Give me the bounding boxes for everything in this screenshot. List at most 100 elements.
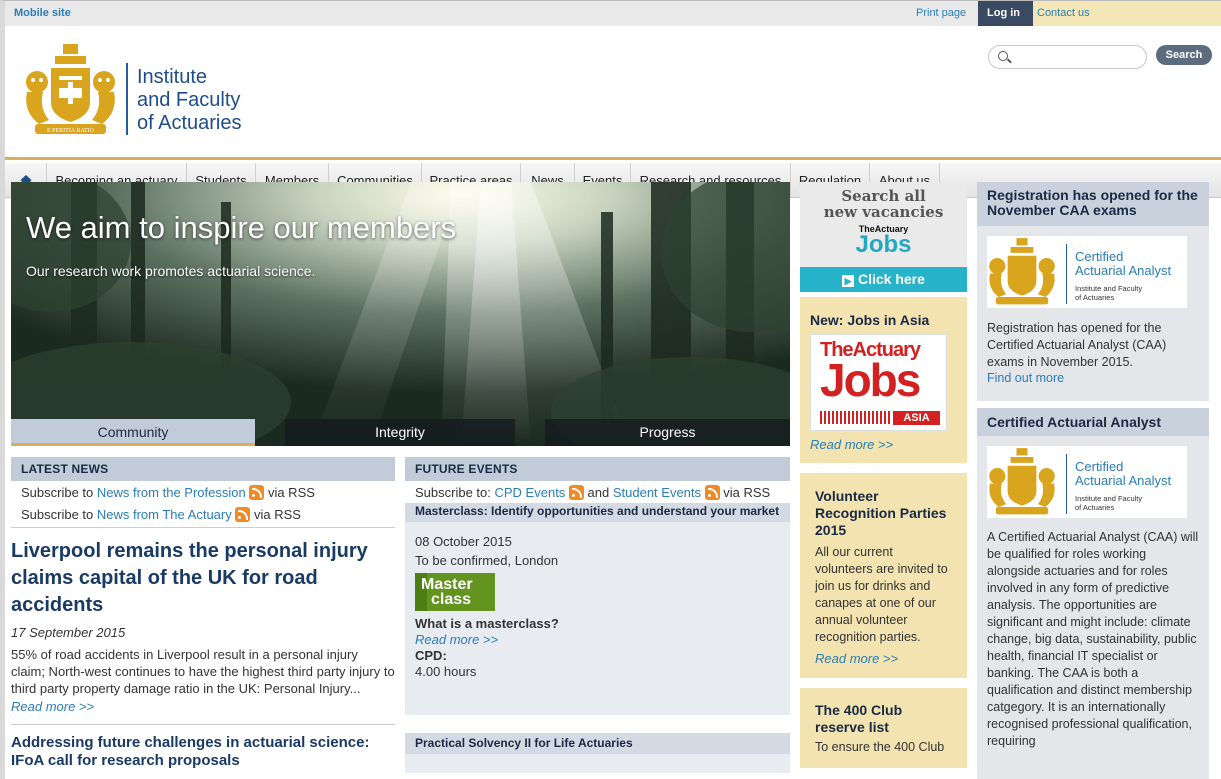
caa-logo-divider [1066,244,1067,304]
jobs-asia-read-more-link[interactable]: Read more >> [810,437,957,452]
utility-bar: Mobile site Print page Log in Contact us [0,0,1221,26]
rss-suffix: via RSS [250,507,301,522]
caa-logo-text: Certified Actuarial Analyst [1075,460,1171,488]
jobs-asia-title[interactable]: New: Jobs in Asia [810,312,957,328]
event-title[interactable]: Practical Solvency II for Life Actuaries [405,733,790,754]
caa-panel: Certified Actuarial Analyst Certified Ac… [977,408,1209,779]
site-header: E PERITIA RATIO Institute and Faculty of… [5,26,1221,160]
logo-divider [126,63,128,135]
arrow-right-icon: ▶ [842,275,855,287]
news-article: Addressing future challenges in actuaria… [11,724,395,770]
hero-tab-progress[interactable]: Progress [545,419,790,446]
jobs-banner-line-2: new vacancies [823,203,944,221]
jobs-asia-panel: New: Jobs in Asia TheActuary Jobs ASIA R… [800,297,967,463]
print-page-link[interactable]: Print page [916,7,966,19]
rss-icon[interactable] [249,485,265,500]
event-title[interactable]: Masterclass: Identify opportunities and … [405,503,790,522]
rss-prefix: Subscribe to: [415,485,495,500]
logo-line-2: and Faculty [137,89,241,111]
crest-motto: E PERITIA RATIO [47,128,95,134]
login-button[interactable]: Log in [978,1,1033,26]
registration-panel: Registration has opened for the November… [977,182,1209,401]
rss-icon[interactable] [704,485,720,500]
asia-logo-stripes [820,411,891,424]
news-rss-line-1: Subscribe to News from the Profession vi… [11,481,395,503]
caa-logo-line-2: Actuarial Analyst [1075,263,1172,278]
future-events-section: FUTURE EVENTS Subscribe to: CPD Events a… [405,457,790,773]
caa-body: A Certified Actuarial Analyst (CAA) will… [987,530,1199,748]
volunteer-title[interactable]: Volunteer Recognition Parties 2015 [815,488,952,539]
news-article-title[interactable]: Addressing future challenges in actuaria… [11,734,395,770]
news-rss-line-2: Subscribe to News from The Actuary via R… [11,503,395,528]
club-title[interactable]: The 400 Club reserve list [815,702,952,736]
rss-icon[interactable] [568,485,584,500]
search-button[interactable]: Search [1156,45,1212,65]
registration-title[interactable]: Registration has opened for the November… [977,182,1209,226]
masterclass-question: What is a masterclass? [415,616,559,631]
caa-logo-text: Certified Actuarial Analyst [1075,250,1171,278]
search-icon [998,51,1008,61]
caa-logo-subtext: Institute and Faculty of Actuaries [1075,494,1142,512]
latest-news-section: LATEST NEWS Subscribe to News from the P… [11,457,395,770]
caa-logo-line-2: Actuarial Analyst [1075,473,1172,488]
news-from-the-actuary-link[interactable]: News from The Actuary [97,507,232,522]
rss-prefix: Subscribe to [21,485,97,500]
badge-line-2: class [431,591,472,608]
jobs-banner-brand: Jobs [855,231,912,258]
cpd-events-link[interactable]: CPD Events [495,485,566,500]
jobs-banner-heading: Search all new vacancies [800,182,967,220]
caa-title[interactable]: Certified Actuarial Analyst [977,408,1209,436]
caa-logo-line-4: of Actuaries [1075,503,1115,512]
caa-logo-line-1: Certified [1075,459,1124,474]
rss-icon[interactable] [235,507,251,522]
hero-subtitle: Our research work promotes actuarial sci… [26,263,316,279]
caa-logo-line-1: Certified [1075,249,1124,264]
event-date: 08 October 2015 [415,534,512,549]
hero-tab-community[interactable]: Community [11,419,255,446]
caa-column: Registration has opened for the November… [977,182,1209,779]
event-location: To be confirmed, London [415,553,559,568]
caa-logo-subtext: Institute and Faculty of Actuaries [1075,284,1142,302]
news-article-date: 17 September 2015 [11,625,126,640]
registration-body: Registration has opened for the Certifie… [987,321,1167,369]
caa-logo[interactable]: Certified Actuarial Analyst Institute an… [987,446,1187,518]
volunteer-panel: Volunteer Recognition Parties 2015 All o… [800,473,967,678]
club-panel: The 400 Club reserve list To ensure the … [800,688,967,768]
volunteer-body: All our current volunteers are invited t… [815,545,948,644]
event-details: 08 October 2015 To be confirmed, London … [405,522,790,679]
actuary-jobs-asia-logo[interactable]: TheActuary Jobs ASIA [810,334,947,431]
events-rss-line: Subscribe to: CPD Events and Student Eve… [405,481,790,503]
search-input[interactable] [988,45,1147,69]
asia-logo-jobs: Jobs [820,354,921,406]
rss-suffix: via RSS [719,485,771,500]
student-events-link[interactable]: Student Events [613,485,701,500]
news-read-more-link[interactable]: Read more >> [11,699,395,714]
mobile-site-link[interactable]: Mobile site [14,7,71,19]
site-logo-text[interactable]: Institute and Faculty of Actuaries [137,66,242,135]
jobs-banner[interactable]: Search all new vacancies TheActuary Jobs… [800,182,967,292]
caa-logo-line-3: Institute and Faculty [1075,284,1143,293]
contact-us-link[interactable]: Contact us [1033,1,1221,26]
rss-conjunction: and [583,485,613,500]
badge-line-1: Master [421,576,473,593]
news-from-profession-link[interactable]: News from the Profession [97,485,246,500]
hero-carousel: We aim to inspire our members Our resear… [11,182,790,446]
event-spacer [405,715,790,733]
volunteer-read-more-link[interactable]: Read more >> [815,651,952,666]
crest-logo-icon[interactable]: E PERITIA RATIO [23,42,118,138]
click-here-button[interactable]: ▶ Click here [800,267,967,292]
masterclass-badge: Master class [415,573,495,611]
hero-tab-integrity[interactable]: Integrity [285,419,515,446]
caa-logo-divider [1066,454,1067,514]
find-out-more-link[interactable]: Find out more [977,371,1209,385]
crest-icon [989,238,1055,305]
future-events-heading: FUTURE EVENTS [405,457,790,481]
news-article-title[interactable]: Liverpool remains the personal injury cl… [11,538,395,619]
event-read-more-link[interactable]: Read more >> [415,632,780,647]
caa-logo[interactable]: Certified Actuarial Analyst Institute an… [987,236,1187,308]
event-card: Practical Solvency II for Life Actuaries [405,733,790,773]
rss-prefix: Subscribe to [21,507,97,522]
news-article: Liverpool remains the personal injury cl… [11,528,395,714]
news-article-summary: 55% of road accidents in Liverpool resul… [11,647,395,696]
crest-icon [989,448,1055,515]
